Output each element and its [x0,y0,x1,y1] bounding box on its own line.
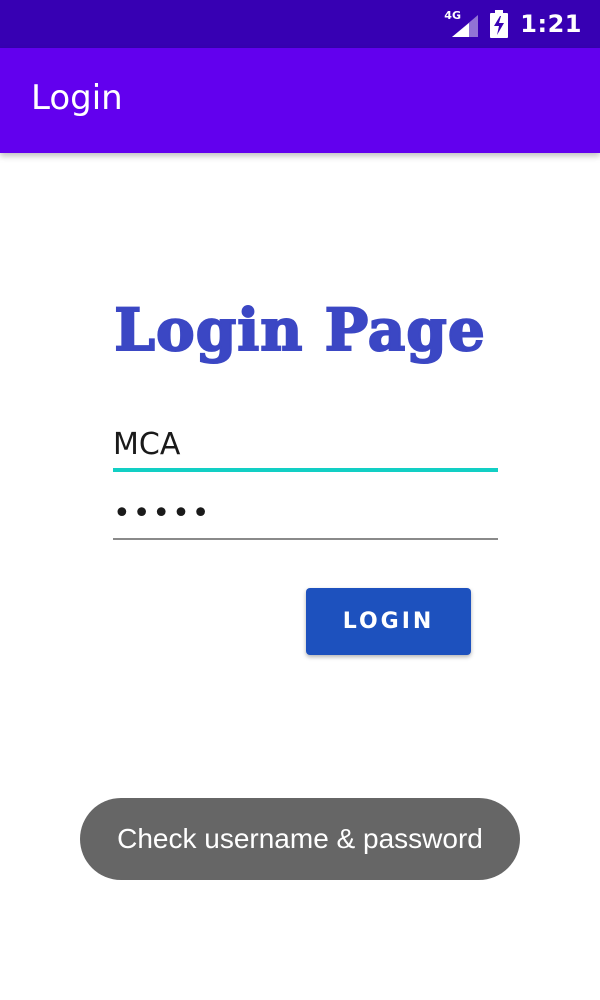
password-field [113,494,498,540]
toast-text: Check username & password [117,823,483,854]
username-field [113,424,498,472]
status-bar: 4G 1:21 [0,0,600,48]
signal-icon [452,15,479,37]
status-clock: 1:21 [520,10,582,38]
username-underline [113,468,498,472]
battery-charging-icon [490,10,509,38]
network-indicator: 4G [444,9,479,37]
password-underline [113,538,498,540]
password-input[interactable] [113,494,498,534]
username-input[interactable] [113,424,498,466]
status-icons: 4G 1:21 [444,0,582,48]
app-bar: Login [0,48,600,153]
app-title: Login [31,78,123,118]
login-button[interactable]: LOGIN [306,588,471,655]
page-heading: Login Page [113,295,486,365]
toast-message: Check username & password [80,798,520,880]
